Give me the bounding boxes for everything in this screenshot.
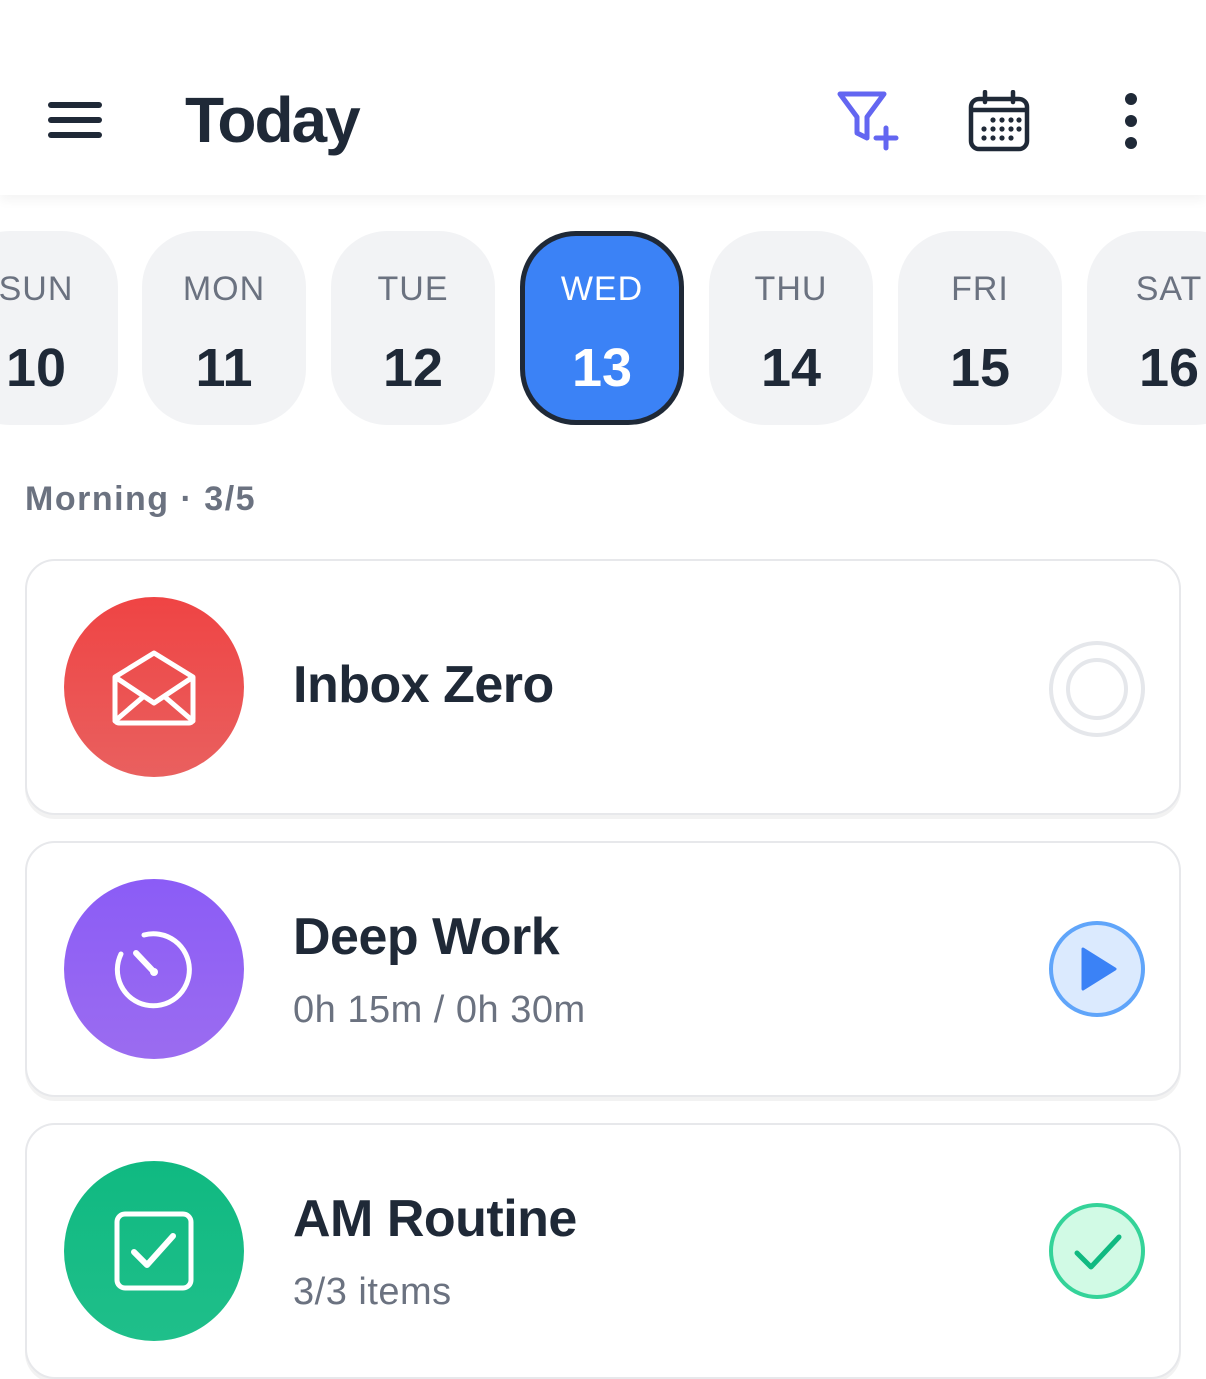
- day-wed-selected[interactable]: WED 13: [520, 231, 684, 425]
- page-title: Today: [185, 84, 361, 156]
- day-name: MON: [182, 270, 266, 308]
- day-name: SAT: [1135, 270, 1203, 308]
- habit-icon-badge: [64, 1161, 244, 1341]
- status-empty-circle-icon[interactable]: [1047, 639, 1147, 739]
- check-done-icon[interactable]: [1047, 1201, 1147, 1301]
- section-label: Morning · 3/5: [25, 480, 257, 518]
- today-content: SUN 10 MON 11 TUE 12 WED 13 THU 14 FRI 1…: [0, 195, 1206, 1379]
- day-name: FRI: [951, 270, 1009, 308]
- day-thu[interactable]: THU 14: [709, 231, 873, 425]
- habit-icon-badge: [64, 879, 244, 1059]
- habit-card-inbox-zero[interactable]: Inbox Zero: [25, 559, 1181, 815]
- habit-card-deep-work[interactable]: Deep Work 0h 15m / 0h 30m: [25, 841, 1181, 1097]
- more-vertical-icon[interactable]: [1110, 90, 1154, 154]
- day-sat[interactable]: SAT 16: [1087, 231, 1206, 425]
- envelope-open-icon: [112, 650, 196, 726]
- day-name: THU: [754, 270, 828, 308]
- habit-subtitle: 3/3 items: [293, 1271, 452, 1313]
- day-date: 15: [949, 338, 1011, 398]
- day-date: 12: [382, 338, 444, 398]
- day-date: 13: [571, 338, 633, 398]
- day-name: WED: [560, 270, 644, 308]
- habit-subtitle: 0h 15m / 0h 30m: [293, 989, 586, 1031]
- calendar-icon[interactable]: [966, 89, 1032, 154]
- day-date: 10: [5, 338, 67, 398]
- timer-icon: [114, 931, 192, 1009]
- habit-icon-badge: [64, 597, 244, 777]
- day-sun[interactable]: SUN 10: [0, 231, 118, 425]
- habit-title: Deep Work: [293, 908, 560, 966]
- habit-title: AM Routine: [293, 1190, 577, 1248]
- habit-title: Inbox Zero: [293, 656, 554, 714]
- menu-icon[interactable]: [46, 100, 104, 140]
- day-date: 16: [1138, 338, 1200, 398]
- day-tue[interactable]: TUE 12: [331, 231, 495, 425]
- day-date: 11: [195, 338, 253, 398]
- play-icon: [1049, 921, 1145, 1017]
- day-mon[interactable]: MON 11: [142, 231, 306, 425]
- filter-add-icon[interactable]: [832, 90, 904, 154]
- day-date: 14: [760, 338, 822, 398]
- day-fri[interactable]: FRI 15: [898, 231, 1062, 425]
- day-name: TUE: [377, 270, 449, 308]
- habit-card-am-routine[interactable]: AM Routine 3/3 items: [25, 1123, 1181, 1379]
- day-name: SUN: [0, 270, 74, 308]
- play-button[interactable]: [1047, 919, 1147, 1019]
- top-bar: Today: [0, 0, 1206, 195]
- checklist-icon: [114, 1211, 194, 1291]
